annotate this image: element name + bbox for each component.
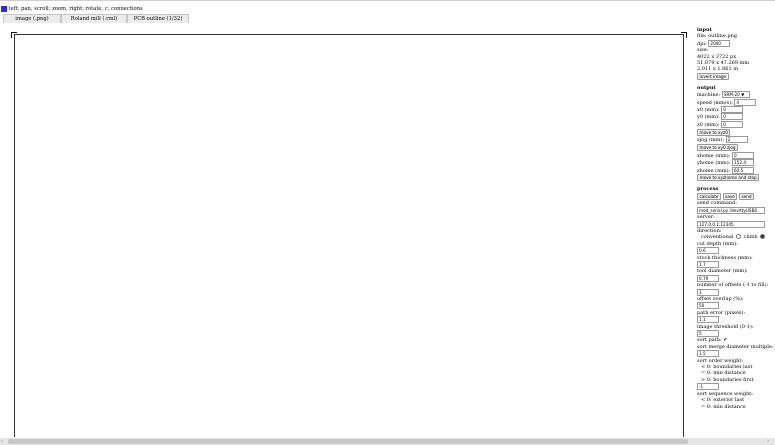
server-input[interactable]: 127.0.0.1:12345 xyxy=(697,220,765,228)
zjog-label: zjog (mm): xyxy=(697,137,725,144)
tab-bar: image (.png) Roland mill (.rml) PCB outl… xyxy=(3,14,189,24)
offsets-input[interactable]: 1 xyxy=(697,288,719,296)
controls-hint: left: pan, scroll: zoom, right: rotate, … xyxy=(9,6,143,12)
tab-pcb-outline[interactable]: PCB outline (1/32) xyxy=(127,14,189,23)
top-divider xyxy=(0,0,775,1)
outline-corner-top-left xyxy=(11,32,17,38)
zjog-input[interactable]: 2 xyxy=(725,136,748,144)
scrollbar-thumb[interactable] xyxy=(8,439,688,444)
yhome-label: yhome (mm): xyxy=(697,160,731,167)
sequence-min-distance: = 0: min distance xyxy=(701,403,746,410)
x0-input[interactable]: 0 xyxy=(721,106,744,114)
sort-path-checkbox[interactable]: ✔ xyxy=(723,337,727,343)
xhome-input[interactable]: 0 xyxy=(732,151,755,159)
zhome-label: zhome (mm): xyxy=(697,167,731,174)
save-button[interactable]: save xyxy=(722,192,738,200)
outline-corner-top-right xyxy=(681,32,687,38)
z0-input[interactable]: 0 xyxy=(721,120,744,128)
y0-input[interactable]: 0 xyxy=(721,113,744,121)
speed-label: speed (mm/s): xyxy=(697,99,733,106)
stock-thickness-input[interactable]: 1.7 xyxy=(697,260,719,268)
sort-path-label: sort path: xyxy=(697,337,722,344)
send-button[interactable]: send xyxy=(738,192,755,200)
toolpath-outline xyxy=(14,34,684,437)
move-home-button[interactable]: move to xyzhome and stop xyxy=(697,174,760,182)
sort-order-weight-input[interactable]: -1 xyxy=(697,383,719,391)
tab-roland-mill[interactable]: Roland mill (.rml) xyxy=(61,14,127,23)
app-grid-icon[interactable] xyxy=(1,6,7,12)
path-error-input[interactable]: 1.1 xyxy=(697,316,719,324)
offset-overlap-input[interactable]: 50 xyxy=(697,302,719,310)
move-xyz0-button[interactable]: move to xyz0 xyxy=(697,128,731,136)
speed-input[interactable]: 4 xyxy=(734,98,757,106)
conventional-radio[interactable] xyxy=(736,234,742,240)
cut-depth-input[interactable]: 0.6 xyxy=(697,247,719,255)
calculate-button[interactable]: calculate xyxy=(697,192,721,200)
machine-label: machine: xyxy=(697,92,721,99)
z0-label: z0 (mm): xyxy=(697,121,720,128)
send-command-input[interactable]: mod_serial.py /dev/ttyUSB0 xyxy=(697,206,765,214)
xhome-label: xhome (mm): xyxy=(697,152,731,159)
move-xy0-zjog-button[interactable]: move to xy0 zjog xyxy=(697,144,739,152)
tool-diameter-input[interactable]: 0.79 xyxy=(697,274,719,282)
y0-label: y0 (mm): xyxy=(697,114,720,121)
conventional-label: conventional xyxy=(701,234,734,241)
dpi-label: dpi: xyxy=(697,40,707,47)
zhome-input[interactable]: 60.5 xyxy=(731,166,754,174)
yhome-input[interactable]: 152.4 xyxy=(732,159,755,167)
x0-label: x0 (mm): xyxy=(697,107,720,114)
sort-merge-input[interactable]: 1.5 xyxy=(697,350,719,358)
machine-select[interactable]: SRM-20 ▼ xyxy=(721,91,750,99)
climb-label: climb xyxy=(743,234,758,241)
scroll-right-icon[interactable]: › xyxy=(767,438,769,444)
image-threshold-input[interactable]: 5 xyxy=(697,330,719,338)
invert-image-button[interactable]: invert image xyxy=(697,73,729,81)
settings-panel: input file: outline.png dpi: 2000 size: … xyxy=(697,27,773,410)
climb-radio[interactable] xyxy=(760,234,766,240)
scroll-left-icon[interactable]: ‹ xyxy=(1,438,3,444)
header: left: pan, scroll: zoom, right: rotate, … xyxy=(1,5,143,13)
dpi-input[interactable]: 2000 xyxy=(708,39,731,47)
tab-image-png[interactable]: image (.png) xyxy=(3,14,61,23)
